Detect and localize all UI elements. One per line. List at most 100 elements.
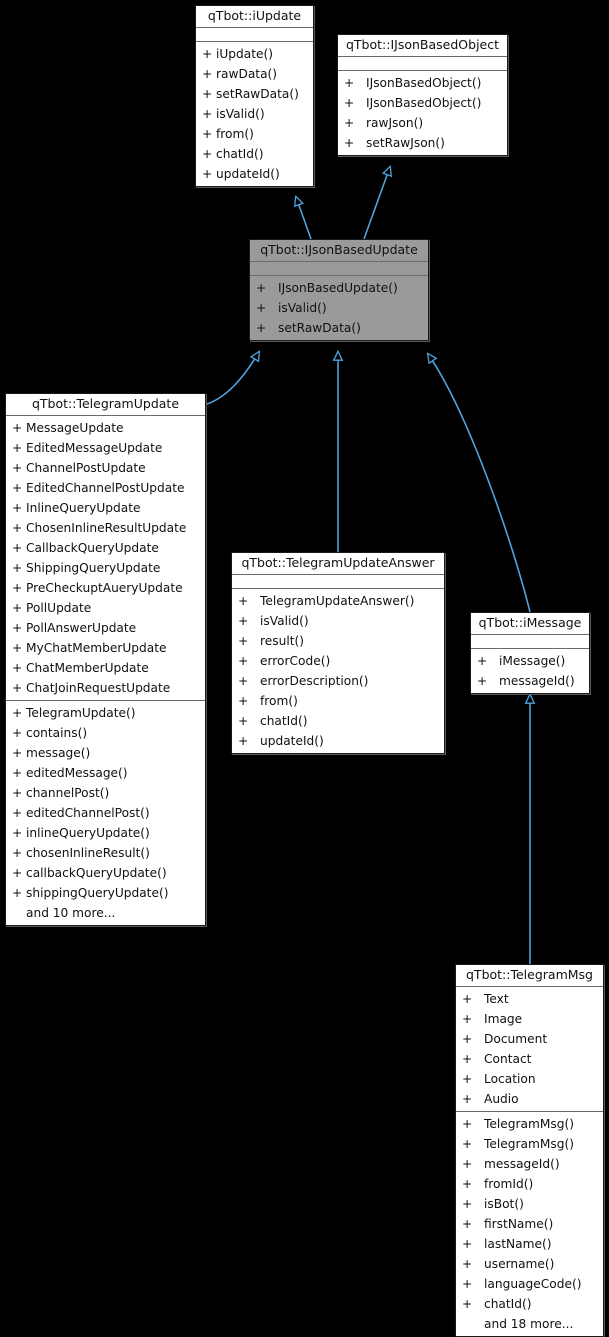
class-member-row: + chosenInlineResult() [6, 843, 205, 863]
member-name: callbackQueryUpdate() [26, 866, 167, 880]
class-member-row: + TelegramUpdate() [6, 703, 205, 723]
class-title-telegrammsg: qTbot::TelegramMsg [456, 965, 603, 987]
class-member-row: + inlineQueryUpdate() [6, 823, 205, 843]
visibility-marker: + [202, 67, 213, 81]
visibility-marker: + [462, 1032, 473, 1046]
class-member-row: + editedChannelPost() [6, 803, 205, 823]
member-name: PollUpdate [26, 601, 92, 615]
visibility-marker: + [238, 714, 249, 728]
class-box-iupdate[interactable]: qTbot::iUpdate + iUpdate() + rawData() + setR… [195, 5, 314, 187]
member-name: isValid() [216, 107, 265, 121]
visibility-marker: + [202, 107, 213, 121]
member-name: Text [484, 992, 509, 1006]
visibility-marker: + [12, 421, 23, 435]
member-name: updateId() [260, 734, 324, 748]
visibility-marker: + [344, 116, 355, 130]
class-box-telegramupdateanswer[interactable]: qTbot::TelegramUpdateAnswer + TelegramUpd… [231, 552, 445, 754]
member-name: and 10 more... [26, 906, 116, 920]
class-member-row: + errorDescription() [232, 671, 444, 691]
class-member-row: + fromId() [456, 1174, 603, 1194]
class-member-row: + Document [456, 1029, 603, 1049]
visibility-marker: + [12, 581, 23, 595]
class-member-row: + IJsonBasedObject() [338, 93, 507, 113]
edge-ijsonbasedupdate-to-ijsonbasedobject [363, 167, 390, 240]
member-name: Audio [484, 1092, 519, 1106]
class-attributes-ijsonbasedupdate [250, 262, 428, 276]
class-box-ijsonbasedobject[interactable]: qTbot::IJsonBasedObject + IJsonBasedObjec… [337, 34, 508, 156]
class-attributes-ijsonbasedobject [338, 57, 507, 71]
class-member-row: + IJsonBasedObject() [338, 73, 507, 93]
class-attributes-telegrammsg: + Text + Image + Document + Contact + Location + Au… [456, 987, 603, 1112]
visibility-marker: + [344, 76, 355, 90]
member-name: lastName() [484, 1237, 552, 1251]
visibility-marker: + [238, 694, 249, 708]
class-member-row: + TelegramMsg() [456, 1134, 603, 1154]
visibility-marker: + [12, 561, 23, 575]
class-member-row: + lastName() [456, 1234, 603, 1254]
member-name: from() [260, 694, 298, 708]
member-name: IJsonBasedObject() [366, 76, 482, 90]
edge-telegramupdate-to-ijsonbasedupdate [206, 352, 259, 405]
visibility-marker: + [12, 746, 23, 760]
class-member-row: + from() [232, 691, 444, 711]
class-member-row: + isValid() [196, 104, 313, 124]
member-name: editedChannelPost() [26, 806, 150, 820]
class-member-more-row: +and 18 more... [456, 1314, 603, 1334]
class-member-row: + IJsonBasedUpdate() [250, 278, 428, 298]
visibility-marker: + [462, 1012, 473, 1026]
class-member-row: + Audio [456, 1089, 603, 1109]
class-methods-ijsonbasedupdate: + IJsonBasedUpdate() + isValid() + setRawData… [250, 276, 428, 340]
class-member-row: + iUpdate() [196, 44, 313, 64]
class-member-row: + ChosenInlineResultUpdate [6, 518, 205, 538]
visibility-marker: + [12, 681, 23, 695]
visibility-marker: + [462, 1297, 473, 1311]
member-name: isBot() [484, 1197, 524, 1211]
class-member-row: + result() [232, 631, 444, 651]
member-name: ChosenInlineResultUpdate [26, 521, 187, 535]
class-member-row: + MessageUpdate [6, 418, 205, 438]
member-name: Contact [484, 1052, 532, 1066]
class-member-row: + isValid() [232, 611, 444, 631]
member-name: ChatMemberUpdate [26, 661, 149, 675]
visibility-marker: + [462, 1137, 473, 1151]
diagram-canvas: qTbot::iUpdate + iUpdate() + rawData() + setR… [0, 0, 609, 1337]
member-name: Image [484, 1012, 523, 1026]
class-attributes-iupdate [196, 28, 313, 42]
visibility-marker: + [477, 674, 488, 688]
class-member-row: + setRawJson() [338, 133, 507, 153]
visibility-marker: + [462, 1197, 473, 1211]
member-name: ChatJoinRequestUpdate [26, 681, 171, 695]
member-name: TelegramMsg() [484, 1117, 574, 1131]
visibility-marker: + [12, 766, 23, 780]
visibility-marker: + [238, 594, 249, 608]
visibility-marker: + [12, 866, 23, 880]
member-name: chatId() [484, 1297, 532, 1311]
class-member-row: + EditedChannelPostUpdate [6, 478, 205, 498]
class-member-row: + languageCode() [456, 1274, 603, 1294]
visibility-marker: + [462, 1217, 473, 1231]
class-member-row: + chatId() [456, 1294, 603, 1314]
class-member-row: + Image [456, 1009, 603, 1029]
member-name: chosenInlineResult() [26, 846, 150, 860]
member-name: channelPost() [26, 786, 110, 800]
visibility-marker: + [12, 806, 23, 820]
class-box-imessage[interactable]: qTbot::iMessage + iMessage() + messageId() [470, 612, 590, 694]
member-name: InlineQueryUpdate [26, 501, 141, 515]
member-name: Location [484, 1072, 536, 1086]
class-member-row: + errorCode() [232, 651, 444, 671]
visibility-marker: + [462, 1257, 473, 1271]
class-member-row: + rawData() [196, 64, 313, 84]
visibility-marker: + [256, 281, 267, 295]
class-member-row: + shippingQueryUpdate() [6, 883, 205, 903]
class-title-ijsonbasedupdate: qTbot::IJsonBasedUpdate [250, 240, 428, 262]
visibility-marker: + [256, 321, 267, 335]
class-member-row: + isValid() [250, 298, 428, 318]
class-box-ijsonbasedupdate[interactable]: qTbot::IJsonBasedUpdate + IJsonBasedUpdat… [249, 239, 429, 341]
class-box-telegramupdate[interactable]: qTbot::TelegramUpdate + MessageUpdate + Edi… [5, 393, 206, 926]
member-name: IJsonBasedObject() [366, 96, 482, 110]
visibility-marker: + [12, 641, 23, 655]
member-name: username() [484, 1257, 555, 1271]
class-member-row: + InlineQueryUpdate [6, 498, 205, 518]
class-box-telegrammsg[interactable]: qTbot::TelegramMsg + Text + Image + Document +… [455, 964, 604, 1337]
class-attributes-telegramupdateanswer [232, 575, 444, 589]
